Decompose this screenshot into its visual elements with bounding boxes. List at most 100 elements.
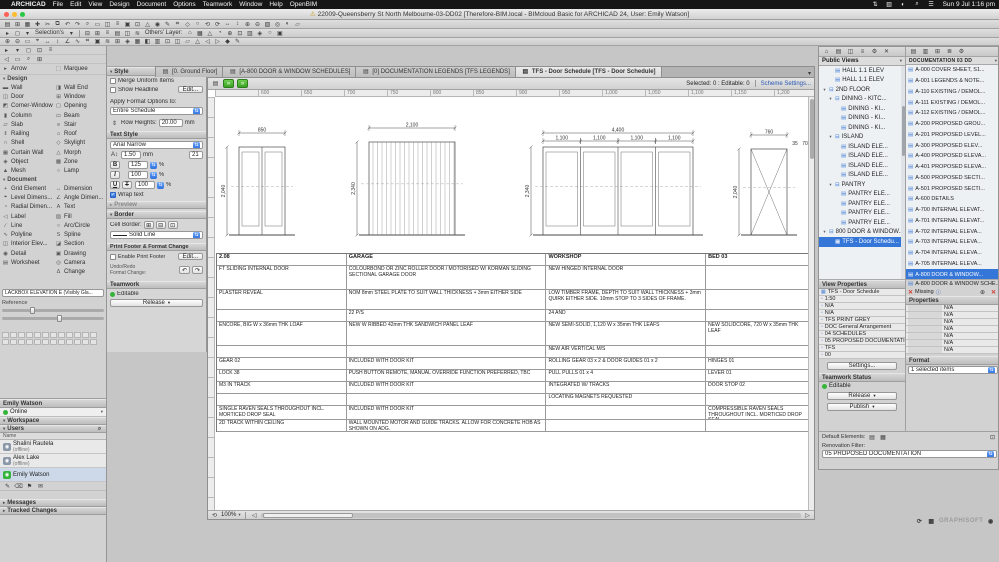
text-style-section-header[interactable]: Text Style <box>107 131 206 139</box>
schedule-cell[interactable] <box>347 346 547 357</box>
tool-interior-elev-[interactable]: ◫ Interior Elev... <box>0 240 53 249</box>
toolbar-icon[interactable]: ⊞ <box>113 38 122 45</box>
tool-arc-circle[interactable]: ○ Arc/Circle <box>53 221 106 230</box>
tool-stair[interactable]: ≡ Stair <box>53 120 106 129</box>
print-footer-section-header[interactable]: Print Footer & Format Change <box>107 243 206 251</box>
zoom-options-icon[interactable]: ⟲ <box>210 511 219 519</box>
schedule-cell[interactable] <box>706 346 810 357</box>
toolbar-icon[interactable]: ≡ <box>113 20 122 28</box>
teamwork-section-header[interactable]: Teamwork <box>107 281 206 289</box>
printer-icon[interactable]: ⊡ <box>988 433 997 441</box>
toolbox-document-section[interactable]: ▾ Document <box>0 176 106 184</box>
schedule-cell[interactable]: BED 03 <box>706 254 810 265</box>
schedule-canvas[interactable]: 850 2,040 2,100 2,340 1,100 1,100 1,100 1,100 4,… <box>215 97 811 510</box>
sheet-item[interactable]: ▤ A-300 PROPOSED ELEV... <box>906 140 998 151</box>
schedule-cell[interactable] <box>706 290 810 309</box>
reference-opacity-slider[interactable] <box>2 306 104 314</box>
tool-skylight[interactable]: ◇ Skylight <box>53 139 106 148</box>
disclosure-icon[interactable]: ▾ <box>828 182 833 188</box>
chevron-down-icon[interactable]: ▾ <box>995 58 997 64</box>
disclosure-icon[interactable]: ▾ <box>828 96 833 102</box>
users-section-header[interactable]: ▾ Users ⌕ <box>0 425 106 433</box>
document-tab-1[interactable]: ▤ [A-800 DOOR & WINDOW SCHEDULES] <box>223 67 357 77</box>
tool-camera[interactable]: ◎ Camera <box>53 258 106 267</box>
disclosure-icon[interactable]: ▾ <box>822 229 827 235</box>
schedule-cell[interactable]: SINGLE RAVEN SEALS THROUGHOUT INCL. MORT… <box>217 406 347 419</box>
tool-fill[interactable]: ▨ Fill <box>53 212 106 221</box>
favorite-cell[interactable] <box>50 331 57 338</box>
toolbar-icon[interactable]: ▱ <box>183 38 192 45</box>
favorite-cell[interactable] <box>82 338 89 345</box>
schedule-cell[interactable]: COMPRESSIBLE RAVEN SEALS THROUGHOUT INCL… <box>706 406 810 419</box>
schedule-cell[interactable] <box>217 346 347 357</box>
disclosure-icon[interactable]: ▾ <box>822 87 827 93</box>
schedule-cell[interactable] <box>347 394 547 405</box>
menu-item-window[interactable]: Window <box>239 1 262 8</box>
toolbar-icon[interactable]: △ <box>143 20 152 28</box>
favorite-cell[interactable] <box>82 331 89 338</box>
tree-item[interactable]: ▤ ISLAND ELE... <box>819 142 905 152</box>
toolbar-icon[interactable]: ⊡ <box>133 20 142 28</box>
favorite-cell[interactable] <box>42 338 49 345</box>
tree-item[interactable]: ▤ PANTRY ELE... <box>819 209 905 219</box>
toolbar-icon[interactable]: ▤ <box>3 20 12 28</box>
menu-item-openbim[interactable]: OpenBIM <box>290 1 317 8</box>
messages-section-header[interactable]: ▸ Messages <box>0 499 106 507</box>
property-row[interactable]: N/A <box>906 340 998 347</box>
sheet-item[interactable]: ▤ A-703 INTERNAL ELEVA... <box>906 237 998 248</box>
toolbar-icon[interactable]: ○ <box>265 29 274 37</box>
teamwork-tool-icon[interactable]: ⚑ <box>25 482 34 490</box>
schedule-cell[interactable]: WORKSHOP <box>546 254 707 265</box>
toolbar-icon[interactable]: ⌗ <box>173 20 182 28</box>
favorite-cell[interactable] <box>66 331 73 338</box>
toolbar-icon[interactable]: ◈ <box>123 38 132 45</box>
tool-label[interactable]: ◁ Label <box>0 212 53 221</box>
schedule-cell[interactable]: INCLUDED WITH DOOR KIT <box>347 406 547 419</box>
tool-shell[interactable]: ∩ Shell <box>0 139 53 148</box>
tool-zone[interactable]: ▩ Zone <box>53 157 106 166</box>
toolbar-icon[interactable]: ◫ <box>123 29 132 37</box>
favorite-cell[interactable] <box>26 331 33 338</box>
cell-border-outer-button[interactable]: ⊟ <box>155 221 166 229</box>
schedule-cell[interactable]: DOOR STOP 02 <box>706 382 810 393</box>
toolbox-icon[interactable]: ⊞ <box>35 55 44 63</box>
toolbar-icon[interactable]: ◔ <box>215 29 224 37</box>
toolbox-icon[interactable]: ≡ <box>46 46 55 54</box>
tool-dimension[interactable]: ↔ Dimension <box>53 184 106 193</box>
toolbar-icon[interactable]: ✎ <box>163 20 172 28</box>
tree-item[interactable]: ▤ HALL 1.1 ELEV <box>819 66 905 76</box>
info-icon[interactable]: ◉ <box>986 517 995 525</box>
toolbar-icon[interactable]: ⟳ <box>213 20 222 28</box>
toolbar-icon[interactable]: ▾ <box>23 29 32 37</box>
view-property-row[interactable]: ▫ DOC General Arrangement <box>819 324 905 331</box>
toolbar-icon[interactable]: ≋ <box>133 29 142 37</box>
toolbar-icon[interactable]: ⊕ <box>3 38 12 45</box>
toolbar-icon[interactable]: △ <box>193 38 202 45</box>
schedule-cell[interactable]: LEVER 01 <box>706 370 810 381</box>
toolbox-icon[interactable]: ⌕ <box>24 55 33 63</box>
favorite-cell[interactable] <box>26 338 33 345</box>
menu-item-edit[interactable]: Edit <box>70 1 81 8</box>
menu-item-help[interactable]: Help <box>269 1 282 8</box>
schedule-cell[interactable]: ENCORE, BIG W x 36mm THK LOAF <box>217 322 347 345</box>
toolbar-icon[interactable]: ▱ <box>293 20 302 28</box>
user-row[interactable]: ◉ Alex Lake (offline) <box>0 454 106 468</box>
view-properties-header[interactable]: View Properties <box>819 280 905 289</box>
view-property-row[interactable]: ▫ 00 <box>819 352 905 359</box>
tool-column[interactable]: ▮ Column <box>0 111 53 120</box>
property-row[interactable]: N/A <box>906 333 998 340</box>
stepper-icon[interactable]: ⇅ <box>157 181 164 189</box>
sheet-item[interactable]: ▤ A-702 INTERNAL ELEVA... <box>906 226 998 237</box>
toolbar-icon[interactable]: ▣ <box>123 20 132 28</box>
tool-radial-dimen-[interactable]: ◔ Radial Dimen... <box>0 203 53 212</box>
toolbar-icon[interactable]: ◉ <box>153 20 162 28</box>
stepper-icon[interactable]: ⇅ <box>988 367 995 373</box>
vertical-scrollbar[interactable] <box>808 97 814 510</box>
view-property-row[interactable]: ▫ N/A <box>819 303 905 310</box>
favorite-cell[interactable] <box>42 331 49 338</box>
sheet-item[interactable]: ▤ A-200 PROPOSED GROU... <box>906 119 998 130</box>
schedule-cell[interactable] <box>706 394 810 405</box>
scroll-right-icon[interactable]: ▷ <box>803 511 812 519</box>
toolbar-icon[interactable]: ◐ <box>283 20 292 28</box>
documentation-toolbar-icon[interactable]: ⚙ <box>957 48 966 56</box>
